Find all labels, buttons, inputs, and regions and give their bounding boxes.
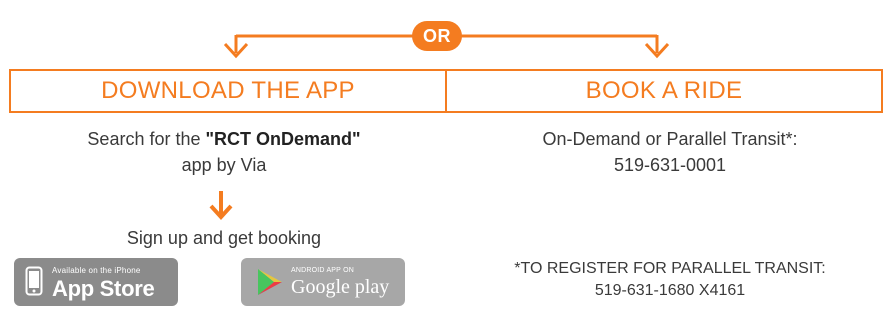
ride-phone-block: On-Demand or Parallel Transit*: 519-631-… [450,126,890,178]
service-phone[interactable]: 519-631-0001 [614,155,726,175]
or-badge: OR [412,21,462,51]
app-store-caption: Available on the iPhone [52,266,141,275]
search-suffix: app by Via [181,155,267,175]
app-store-button[interactable]: Available on the iPhone App Store [14,258,178,306]
google-play-caption: ANDROID APP ON [291,267,354,274]
down-arrow-icon [209,191,233,220]
register-label: *TO REGISTER FOR PARALLEL TRANSIT: [514,260,826,277]
google-play-button[interactable]: ANDROID APP ON Google play [241,258,405,306]
download-app-heading: DOWNLOAD THE APP [11,71,447,111]
google-play-label: Google play [291,276,390,298]
book-ride-heading: BOOK A RIDE [585,77,743,104]
app-store-label: App Store [52,276,155,301]
search-instruction: Search for the "RCT OnDemand" app by Via [14,126,434,178]
iphone-icon [25,266,43,296]
service-label: On-Demand or Parallel Transit*: [542,129,798,149]
search-prefix: Search for the [87,129,206,149]
header-bar: DOWNLOAD THE APP BOOK A RIDE [9,69,883,113]
register-block: *TO REGISTER FOR PARALLEL TRANSIT: 519-6… [450,258,890,302]
register-phone[interactable]: 519-631-1680 X4161 [595,282,745,299]
signup-text: Sign up and get booking [126,228,322,248]
app-name: "RCT OnDemand" [205,129,361,149]
play-triangle-icon [258,269,282,295]
